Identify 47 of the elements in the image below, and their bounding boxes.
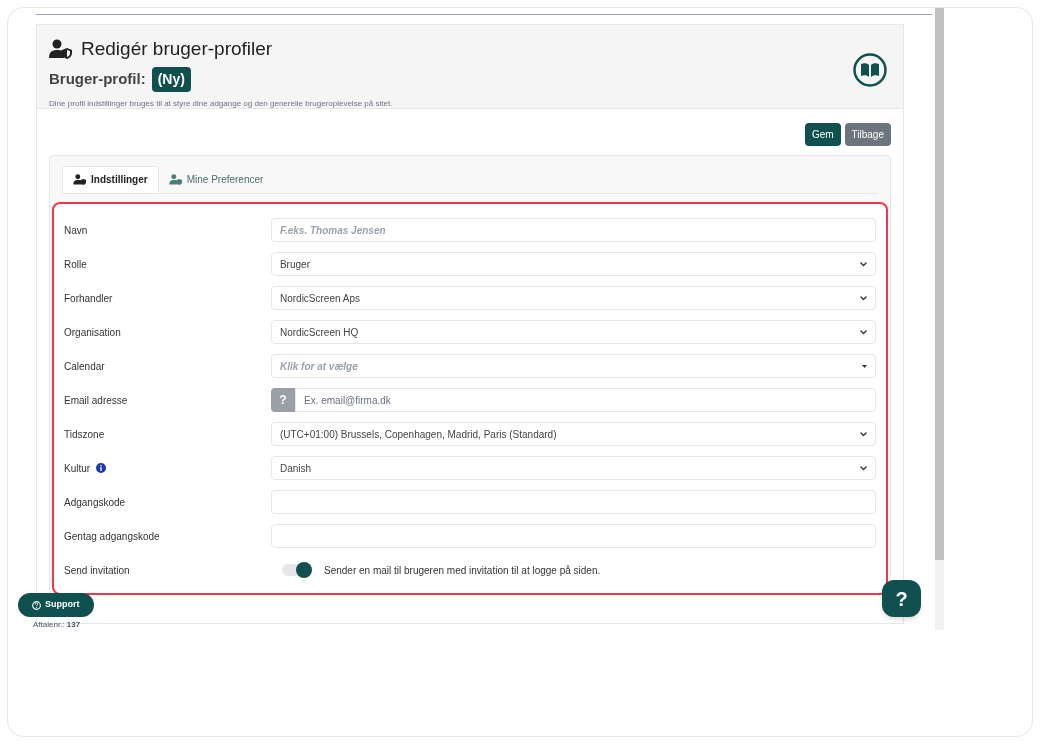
scrollbar-thumb[interactable]	[935, 8, 944, 560]
field-label: Gentag adgangskode	[64, 529, 160, 544]
save-button[interactable]: Gem	[804, 123, 841, 146]
chevron-down-icon	[860, 431, 867, 437]
help-addon: ?	[271, 388, 295, 412]
profile-label: Bruger-profil:	[49, 68, 146, 89]
user-shield-icon	[168, 174, 183, 185]
email-field[interactable]: Ex. email@firma.dk	[295, 388, 876, 412]
back-button[interactable]: Tilbage	[844, 123, 891, 146]
page-title: Redigér bruger-profiler	[81, 37, 273, 61]
agreement-number: Aftalenr.: 137	[33, 619, 81, 630]
tab[interactable]: Mine Preferencer	[158, 166, 274, 193]
field-label: Kultur	[64, 461, 91, 476]
help-circle-icon	[32, 600, 41, 610]
invitation-description: Sender en mail til brugeren med invitation til at logge på siden.	[324, 563, 601, 578]
help-button[interactable]: ?	[882, 580, 921, 617]
tab[interactable]: Indstillinger	[62, 166, 159, 193]
toggle-switch[interactable]	[282, 564, 310, 576]
info-icon[interactable]	[96, 463, 107, 473]
select-field[interactable]: (UTC+01:00) Brussels, Copenhagen, Madrid, Paris (Standard)	[270, 422, 876, 446]
field-label: Navn	[64, 223, 88, 238]
field-label: Send invitation	[64, 563, 130, 578]
caret-down-icon	[862, 364, 867, 368]
select-field[interactable]: Bruger	[270, 252, 876, 276]
user-shield-icon	[49, 39, 73, 60]
select-field[interactable]: NordicScreen Aps	[270, 286, 876, 310]
select-field[interactable]: Danish	[270, 456, 876, 480]
chevron-down-icon	[860, 295, 867, 301]
chevron-down-icon	[860, 465, 867, 471]
book-icon[interactable]	[853, 53, 887, 87]
password-field[interactable]	[270, 524, 876, 548]
select-field[interactable]: NordicScreen HQ	[270, 320, 876, 344]
chevron-down-icon	[860, 261, 867, 267]
field-label: Organisation	[64, 325, 121, 340]
chevron-down-icon	[860, 329, 867, 335]
field-label: Rolle	[64, 257, 87, 272]
new-badge: (Ny)	[151, 66, 191, 92]
field-label: Calendar	[64, 359, 105, 374]
field-label: Tidszone	[64, 427, 105, 442]
field-label: Forhandler	[64, 291, 113, 306]
password-field[interactable]	[270, 490, 876, 514]
description: Dine profil indstillinger bruges til at styre dine adgange og den generelle brugeroplevelse på sitet.	[49, 97, 394, 110]
field-label: Adgangskode	[64, 495, 126, 510]
field-label: Email adresse	[64, 393, 128, 408]
input-field[interactable]: F.eks. Thomas Jensen	[270, 218, 876, 242]
support-button[interactable]: Support	[18, 593, 94, 617]
user-shield-icon	[73, 174, 87, 185]
